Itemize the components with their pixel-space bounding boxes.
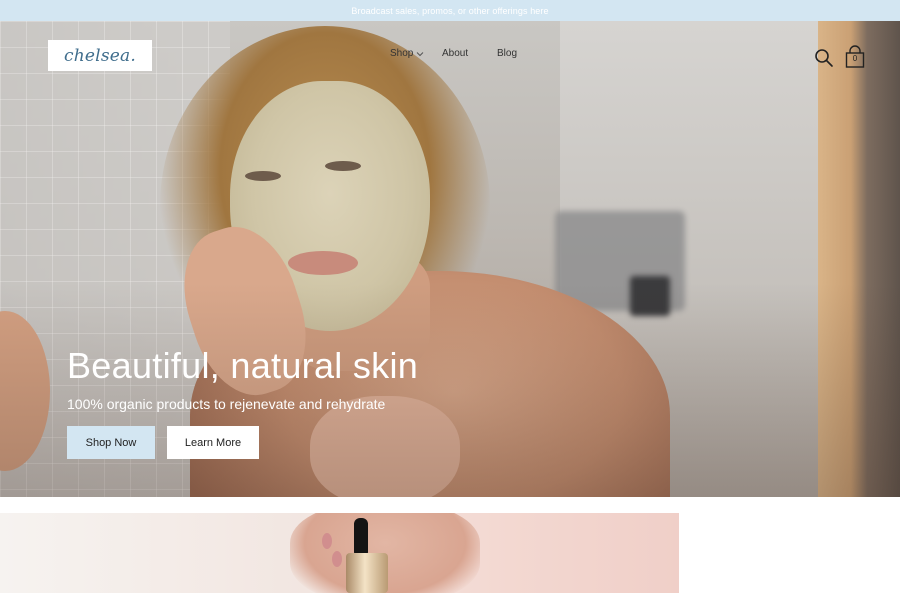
nav-item-shop[interactable]: Shop bbox=[390, 48, 424, 59]
nav-item-about[interactable]: About bbox=[442, 48, 468, 59]
nav-item-blog-label: Blog bbox=[497, 48, 518, 59]
shop-now-button[interactable]: Shop Now bbox=[67, 426, 155, 459]
site-header: chelsea. Shop About Blog 0 bbox=[0, 21, 900, 91]
promo-fingernail bbox=[332, 551, 342, 567]
dropper-bottle-cap bbox=[346, 553, 388, 593]
learn-more-button[interactable]: Learn More bbox=[167, 426, 259, 459]
nav-item-shop-label: Shop bbox=[390, 48, 414, 59]
announcement-bar: Broadcast sales, promos, or other offeri… bbox=[0, 0, 900, 21]
header-actions: 0 bbox=[812, 45, 868, 71]
promo-image-section bbox=[0, 513, 679, 593]
search-icon[interactable] bbox=[814, 48, 834, 68]
hero-copy: Beautiful, natural skin 100% organic pro… bbox=[67, 345, 419, 412]
site-logo[interactable]: chelsea. bbox=[48, 40, 152, 71]
cart-count-badge: 0 bbox=[852, 54, 858, 63]
nav-item-about-label: About bbox=[442, 48, 469, 59]
logo-text: chelsea. bbox=[64, 45, 136, 66]
hero-title: Beautiful, natural skin bbox=[67, 345, 419, 386]
promo-fingernail bbox=[322, 533, 332, 549]
nav-item-blog[interactable]: Blog bbox=[497, 48, 517, 59]
dropper-bottle-top bbox=[354, 518, 368, 554]
chevron-down-icon bbox=[417, 51, 424, 56]
announcement-text: Broadcast sales, promos, or other offeri… bbox=[351, 5, 549, 16]
hero-subtitle: 100% organic products to rejenevate and … bbox=[67, 396, 386, 412]
